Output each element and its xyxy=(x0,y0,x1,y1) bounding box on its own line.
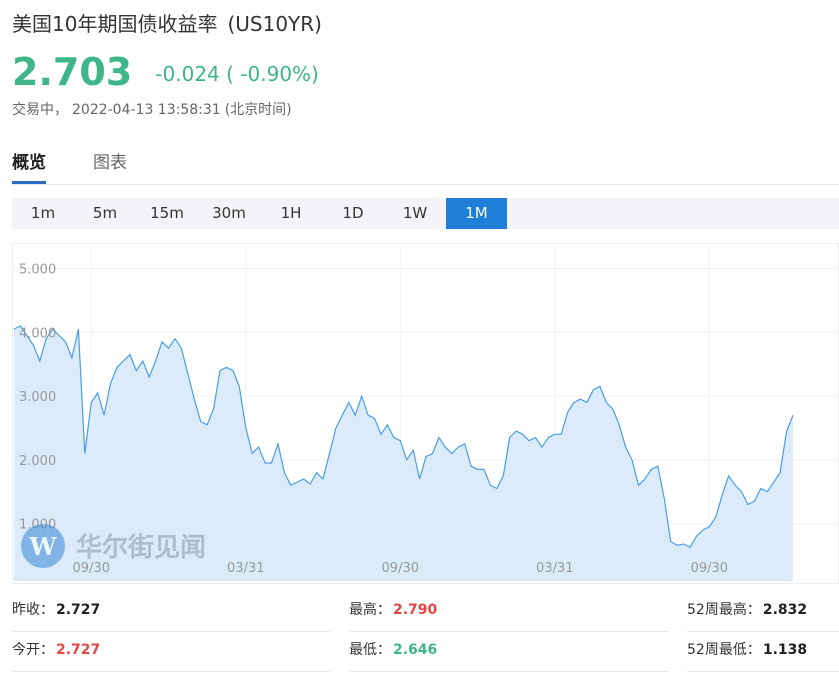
x-tick-label: 09/30 xyxy=(73,561,110,576)
stat-label: 今开： xyxy=(12,642,54,658)
stat-52w-high: 52周最高： 2.832 xyxy=(687,597,839,632)
stat-label: 52周最低： xyxy=(687,642,761,658)
x-tick-label: 09/30 xyxy=(691,561,728,576)
price-change: -0.024 ( -0.90%) xyxy=(155,62,319,86)
stat-52w-low: 52周最低： 1.138 xyxy=(687,637,839,672)
y-tick-label: 2.000 xyxy=(19,454,56,469)
period-selector: 1m 5m 15m 30m 1H 1D 1W 1M xyxy=(12,198,839,229)
watermark-text: 华尔街见闻 xyxy=(76,532,206,563)
stat-high: 最高： 2.790 xyxy=(349,597,669,632)
x-tick-label: 03/31 xyxy=(227,561,264,576)
stat-value: 2.832 xyxy=(762,602,808,618)
stat-label: 最低： xyxy=(349,642,391,658)
price-chart[interactable]: 5.0004.0003.0002.0001.00009/3003/3109/30… xyxy=(12,243,839,584)
stat-open: 今开： 2.727 xyxy=(12,637,330,672)
stat-label: 最高： xyxy=(349,602,391,618)
instrument-symbol: (US10YR) xyxy=(227,12,322,36)
status-separator: ， xyxy=(54,102,68,118)
tab-bar: 概览 图表 xyxy=(12,146,839,185)
status-timezone: (北京时间) xyxy=(224,102,292,118)
period-1mo[interactable]: 1M xyxy=(446,198,507,229)
logo-letter-icon: W xyxy=(29,532,58,561)
last-price: 2.703 xyxy=(12,50,133,94)
tab-overview[interactable]: 概览 xyxy=(12,148,46,184)
change-value: -0.024 xyxy=(155,62,220,86)
trading-status: 交易中， 2022-04-13 13:58:31 (北京时间) xyxy=(12,99,292,119)
x-tick-label: 09/30 xyxy=(382,561,419,576)
period-1w[interactable]: 1W xyxy=(384,198,446,229)
stat-value: 2.790 xyxy=(393,602,438,618)
tab-chart[interactable]: 图表 xyxy=(93,148,127,183)
stat-label: 52周最高： xyxy=(687,602,761,618)
stat-value: 2.727 xyxy=(56,642,101,658)
stat-value: 2.646 xyxy=(393,642,438,658)
period-30m[interactable]: 30m xyxy=(198,198,260,229)
chart-svg[interactable]: 5.0004.0003.0002.0001.00009/3003/3109/30… xyxy=(12,243,839,584)
stat-label: 昨收： xyxy=(12,602,54,618)
period-1m[interactable]: 1m xyxy=(12,198,74,229)
y-tick-label: 3.000 xyxy=(19,390,56,405)
quote-row: 2.703 -0.024 ( -0.90%) xyxy=(12,50,319,94)
change-percent: ( -0.90%) xyxy=(226,62,319,86)
stats-table: 昨收： 2.727 最高： 2.790 52周最高： 2.832 今开： 2.727 最… xyxy=(12,597,839,677)
instrument-title: 美国10年期国债收益率 (US10YR) xyxy=(12,8,322,37)
period-5m[interactable]: 5m xyxy=(74,198,136,229)
stat-prev-close: 昨收： 2.727 xyxy=(12,597,330,632)
stat-low: 最低： 2.646 xyxy=(349,637,669,672)
status-state: 交易中 xyxy=(12,102,54,118)
period-1d[interactable]: 1D xyxy=(322,198,384,229)
stat-value: 2.727 xyxy=(56,602,101,618)
x-tick-label: 03/31 xyxy=(536,561,573,576)
period-1h[interactable]: 1H xyxy=(260,198,322,229)
stat-value: 1.138 xyxy=(762,642,808,658)
y-tick-label: 5.000 xyxy=(19,263,56,278)
y-tick-label: 4.000 xyxy=(19,326,56,341)
period-15m[interactable]: 15m xyxy=(136,198,198,229)
stats-row: 昨收： 2.727 最高： 2.790 52周最高： 2.832 xyxy=(12,597,839,637)
instrument-name: 美国10年期国债收益率 xyxy=(12,12,218,36)
stats-row: 今开： 2.727 最低： 2.646 52周最低： 1.138 xyxy=(12,637,839,677)
status-datetime: 2022-04-13 13:58:31 xyxy=(72,102,221,118)
